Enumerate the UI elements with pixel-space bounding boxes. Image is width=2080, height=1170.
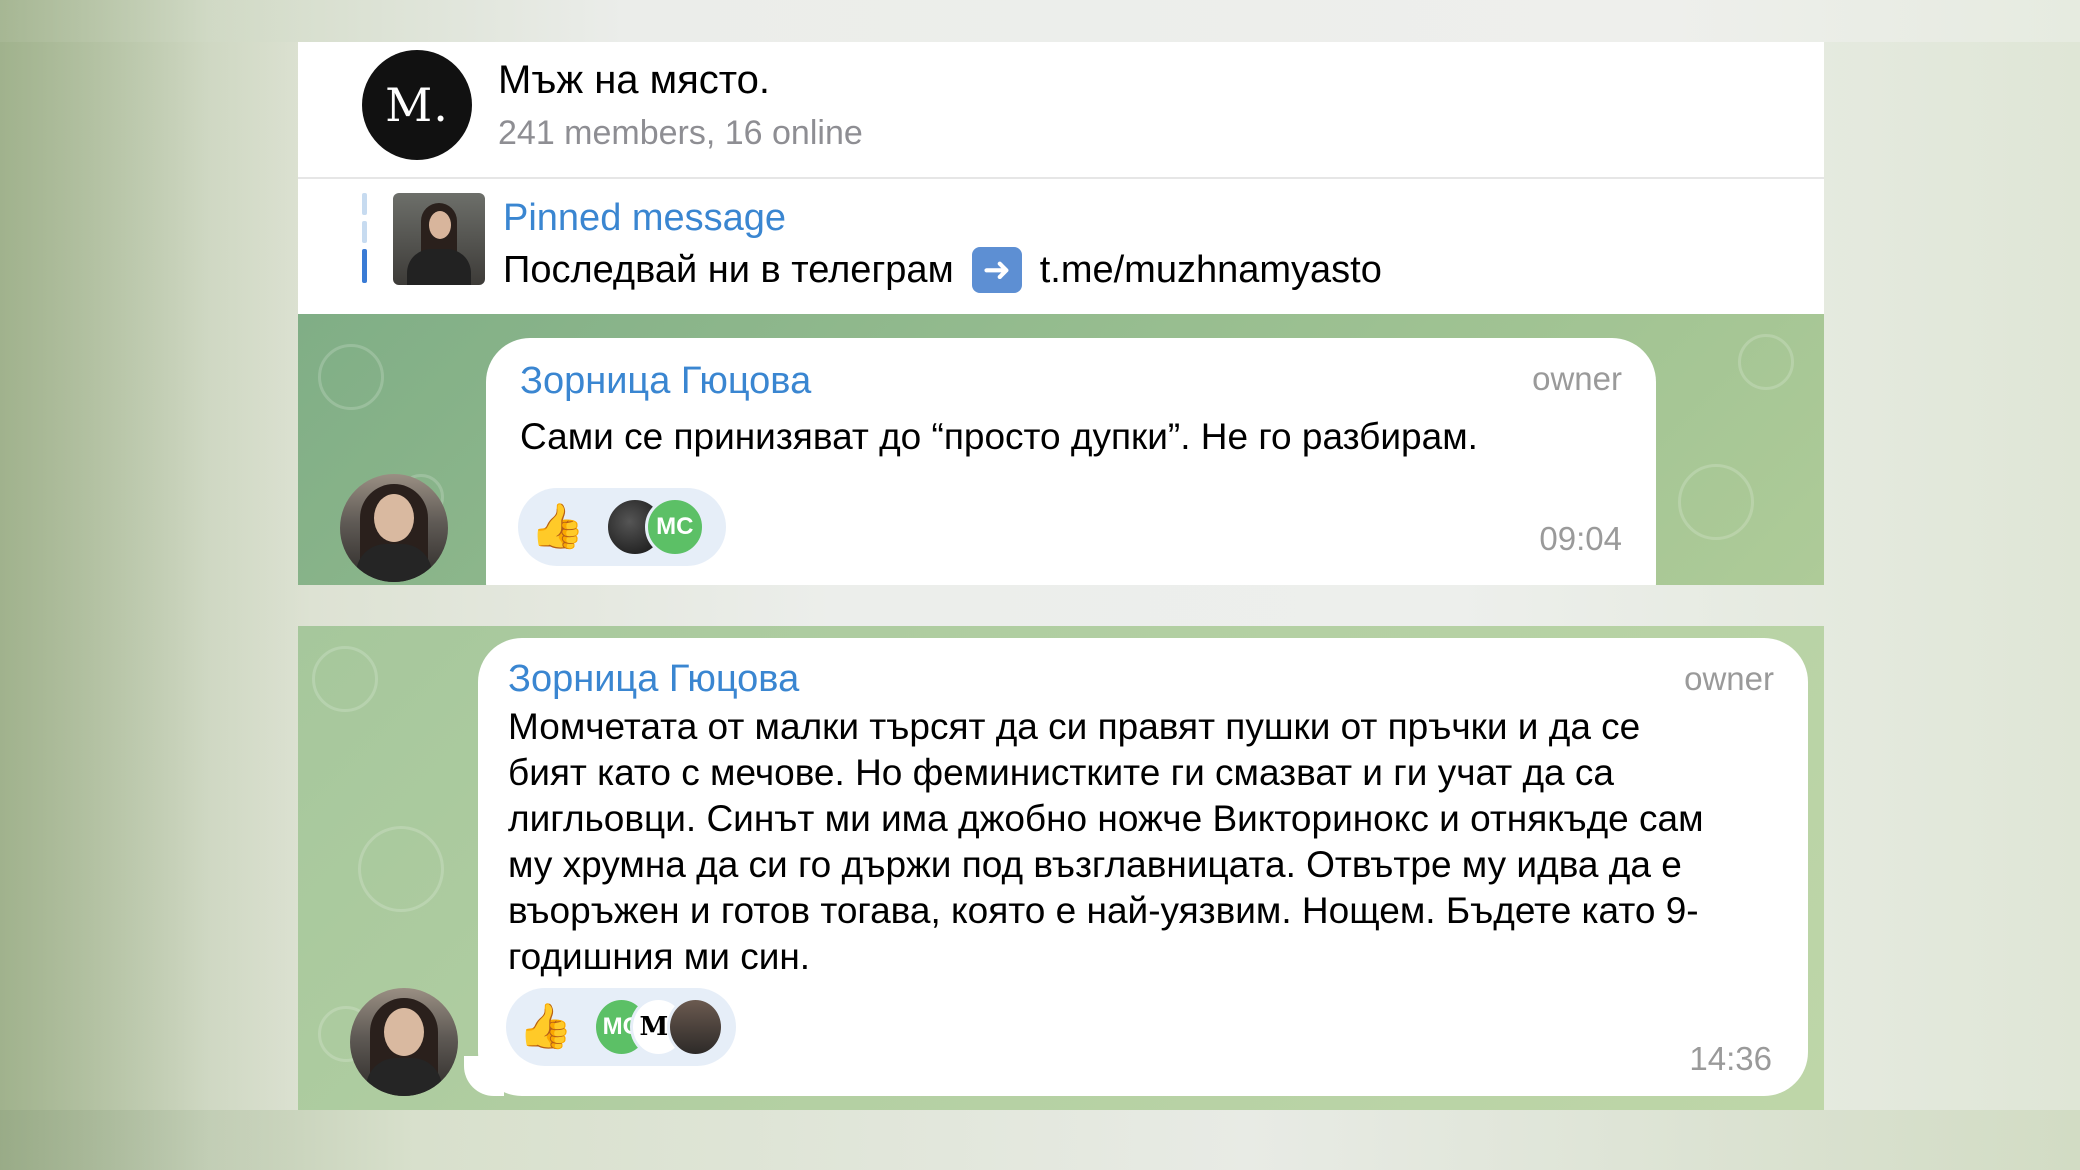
arrow-right-icon: ➜ xyxy=(971,247,1022,293)
thumbs-up-icon: 👍 xyxy=(530,502,585,551)
message-line: лигльовци. Синът ми има джобно ножче Вик… xyxy=(508,798,1704,839)
message-line: бият като с мечове. Но феминистките ги с… xyxy=(508,752,1614,793)
sender-role-badge: owner xyxy=(1532,360,1622,397)
message-bubble[interactable]: Зорница Гюцова owner Момчетата от малки … xyxy=(464,638,1808,1096)
pinned-indicator xyxy=(362,193,367,303)
chat-screenshot-top: M. Мъж на място. 241 members, 16 online … xyxy=(298,42,1824,585)
reaction-chip[interactable]: 👍 МС M. xyxy=(506,988,736,1066)
pinned-message-bar[interactable]: Pinned message Последвай ни в телеграм ➜… xyxy=(298,179,1824,314)
sender-role-badge: owner xyxy=(1684,660,1774,697)
message-line: му хрумна да си го държи под възглавница… xyxy=(508,844,1682,885)
thumbs-up-icon: 👍 xyxy=(518,1002,573,1051)
chat-header[interactable]: M. Мъж на място. 241 members, 16 online xyxy=(298,42,1824,179)
message-sender[interactable]: Зорница Гюцова xyxy=(508,658,799,701)
pinned-text[interactable]: Последвай ни в телеграм ➜ t.me/muzhnamya… xyxy=(503,247,1382,293)
message-line: годишния ми син. xyxy=(508,936,811,977)
message-line: въоръжен и готов тогава, която е най-уяз… xyxy=(508,890,1699,931)
message-time: 14:36 xyxy=(1689,1040,1772,1077)
background-top xyxy=(0,0,2080,42)
pinned-label: Pinned message xyxy=(503,197,787,239)
reactor-avatar xyxy=(666,997,724,1057)
pinned-link[interactable]: t.me/muzhnamyasto xyxy=(1040,249,1382,292)
sender-avatar[interactable] xyxy=(350,988,458,1096)
message-bubble[interactable]: Зорница Гюцова owner Сами се принизяват … xyxy=(486,338,1656,585)
group-avatar[interactable]: M. xyxy=(362,50,472,160)
message-text: Момчетата от малки търсят да си правят п… xyxy=(508,704,1704,980)
background-shade xyxy=(0,0,300,1170)
chat-screenshot-bottom: Зорница Гюцова owner Момчетата от малки … xyxy=(298,626,1824,1110)
chat-title: Мъж на място. xyxy=(498,58,771,102)
pinned-thumbnail xyxy=(393,193,485,285)
sender-avatar[interactable] xyxy=(340,474,448,582)
message-line: Момчетата от малки търсят да си правят п… xyxy=(508,706,1641,747)
message-sender[interactable]: Зорница Гюцова xyxy=(520,360,811,403)
pinned-text-body: Последвай ни в телеграм xyxy=(503,248,954,291)
message-text: Сами се принизяват до “просто дупки”. Не… xyxy=(520,416,1478,457)
chat-member-count: 241 members, 16 online xyxy=(498,114,863,152)
background-bottom xyxy=(0,1110,2080,1170)
message-time: 09:04 xyxy=(1539,520,1622,557)
reaction-chip[interactable]: 👍 МС xyxy=(518,488,726,566)
reactor-avatar: МС xyxy=(644,497,705,557)
